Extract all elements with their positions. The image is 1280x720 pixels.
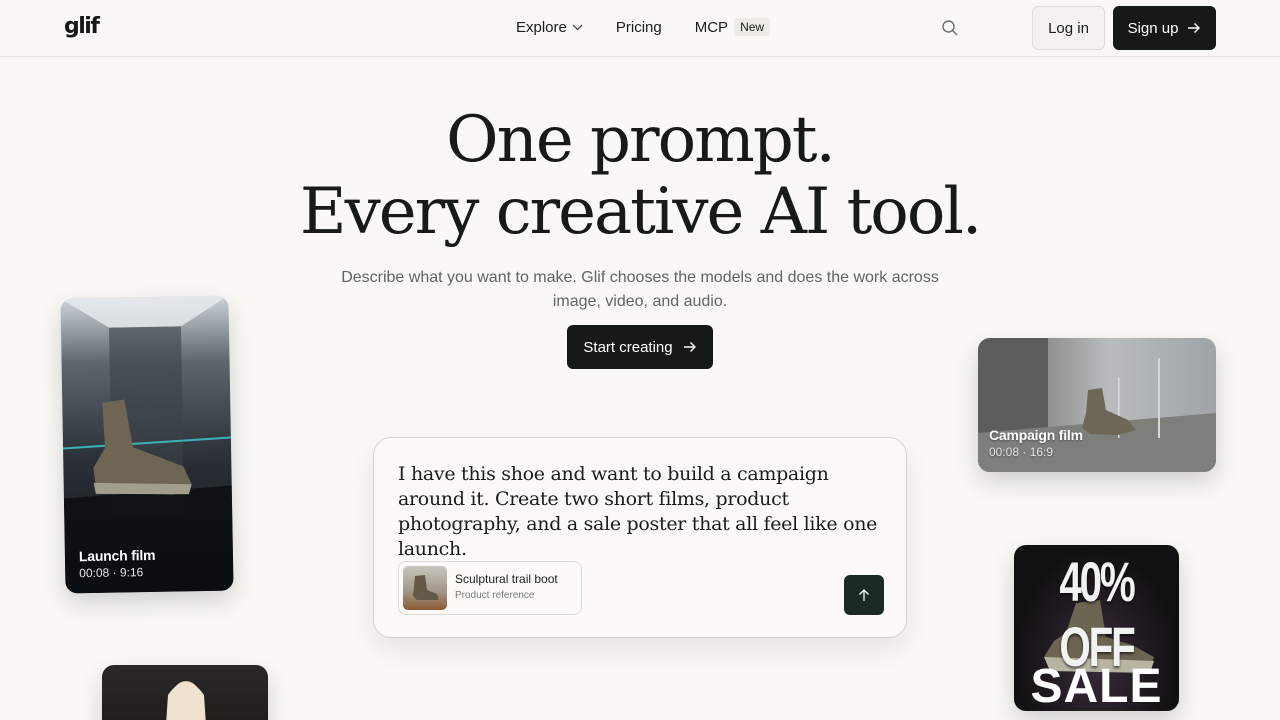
portrait-image <box>166 681 206 720</box>
arrow-right-icon <box>683 342 696 352</box>
attachment-thumbnail <box>403 566 447 610</box>
new-badge: New <box>734 18 771 36</box>
launch-film-title: Launch film <box>78 546 156 565</box>
top-nav-bar: glif Explore Pricing MCP New Log in Sign… <box>0 0 1280 57</box>
attachment-title: Sculptural trail boot <box>455 572 558 586</box>
start-creating-button[interactable]: Start creating <box>567 325 713 369</box>
launch-film-caption: Launch film 00:08 · 9:16 <box>79 547 156 580</box>
campaign-film-caption: Campaign film 00:08 · 16:9 <box>989 427 1083 459</box>
nav-pricing[interactable]: Pricing <box>616 19 662 36</box>
nav-explore-label: Explore <box>516 18 567 36</box>
nav-pricing-label: Pricing <box>615 18 662 36</box>
prompt-input[interactable]: I have this shoe and want to build a cam… <box>398 462 888 562</box>
nav-mcp-label: MCP <box>694 18 729 36</box>
launch-film-card[interactable]: Launch film 00:08 · 9:16 <box>60 295 234 594</box>
signup-label: Sign up <box>1127 19 1179 37</box>
arrow-right-icon <box>1188 23 1201 33</box>
attachment-chip[interactable]: Sculptural trail boot Product reference <box>398 561 582 615</box>
nav-mcp[interactable]: MCP New <box>694 18 771 36</box>
search-icon <box>942 20 958 36</box>
portrait-card[interactable] <box>102 665 268 720</box>
boot-thumbnail-image <box>413 575 439 600</box>
glif-logo[interactable]: glif <box>64 14 100 39</box>
login-button[interactable]: Log in <box>1032 6 1105 50</box>
attachment-subtitle: Product reference <box>455 590 535 601</box>
nav-explore[interactable]: Explore <box>516 19 583 36</box>
campaign-film-card[interactable]: Campaign film 00:08 · 16:9 <box>978 338 1216 472</box>
search-button[interactable] <box>941 19 959 42</box>
sale-poster-card[interactable]: 40% OFF SALE <box>1014 545 1179 711</box>
hero-title-line2: Every creative AI tool. <box>299 175 982 249</box>
start-creating-label: Start creating <box>583 338 673 356</box>
hero-subtitle: Describe what you want to make. Glif cho… <box>341 269 939 310</box>
arrow-up-icon <box>859 589 869 601</box>
campaign-film-meta: 00:08 · 16:9 <box>989 445 1054 459</box>
hero-title: One prompt. Every creative AI tool. <box>0 104 1280 248</box>
main-nav: Explore Pricing MCP New <box>516 18 771 36</box>
sale-text: SALE <box>1030 660 1163 711</box>
chevron-down-icon <box>572 24 583 30</box>
campaign-film-title: Campaign film <box>989 427 1083 443</box>
signup-button[interactable]: Sign up <box>1113 6 1216 50</box>
hero-title-line1: One prompt. <box>446 103 836 177</box>
launch-film-meta: 00:08 · 9:16 <box>79 565 144 581</box>
prompt-box: I have this shoe and want to build a cam… <box>373 437 907 638</box>
send-button[interactable] <box>844 575 884 615</box>
